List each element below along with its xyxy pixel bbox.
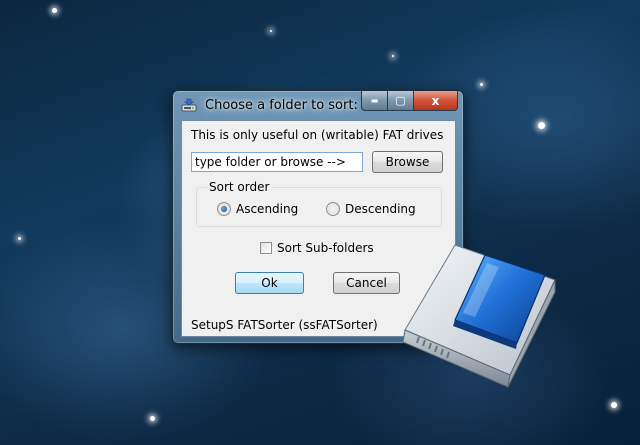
browse-button[interactable]: Browse	[372, 151, 443, 173]
minimize-icon: ▬	[370, 96, 379, 105]
close-icon: x	[431, 93, 440, 108]
sort-subfolders-checkbox[interactable]: Sort Sub-folders	[260, 241, 374, 255]
maximize-icon: ▢	[395, 94, 406, 107]
drive-icon	[181, 97, 197, 113]
hard-drive-icon	[402, 244, 556, 388]
background-star	[538, 122, 545, 129]
sort-order-group: Sort order Ascending Descending	[196, 180, 442, 227]
cancel-button[interactable]: Cancel	[333, 272, 400, 294]
background-star	[52, 8, 57, 13]
sort-order-label: Sort order	[207, 180, 272, 194]
background-star	[392, 55, 394, 57]
checkbox-icon	[260, 242, 272, 254]
background-star	[611, 402, 617, 408]
background-star	[480, 83, 483, 86]
title-bar[interactable]: Choose a folder to sort: ▬ ▢ x	[173, 91, 463, 119]
minimize-button[interactable]: ▬	[361, 91, 388, 111]
window-title: Choose a folder to sort:	[205, 98, 358, 113]
sort-subfolders-label: Sort Sub-folders	[277, 241, 374, 255]
hard-drive-illustration	[395, 225, 565, 395]
radio-ascending-label: Ascending	[236, 202, 299, 216]
radio-ascending[interactable]: Ascending	[217, 202, 298, 216]
caption-buttons: ▬ ▢ x	[361, 91, 458, 111]
maximize-button[interactable]: ▢	[388, 91, 414, 111]
ok-button[interactable]: Ok	[235, 272, 304, 294]
radio-descending[interactable]: Descending	[326, 202, 416, 216]
radio-descending-label: Descending	[345, 202, 416, 216]
close-button[interactable]: x	[414, 91, 458, 111]
background-star	[18, 237, 21, 240]
folder-path-input[interactable]	[191, 152, 363, 172]
background-star	[270, 30, 272, 32]
background-star	[150, 416, 155, 421]
status-text: SetupS FATSorter (ssFATSorter)	[191, 318, 378, 332]
radio-button-checked-icon	[217, 202, 231, 216]
radio-button-icon	[326, 202, 340, 216]
info-text: This is only useful on (writable) FAT dr…	[191, 128, 444, 142]
